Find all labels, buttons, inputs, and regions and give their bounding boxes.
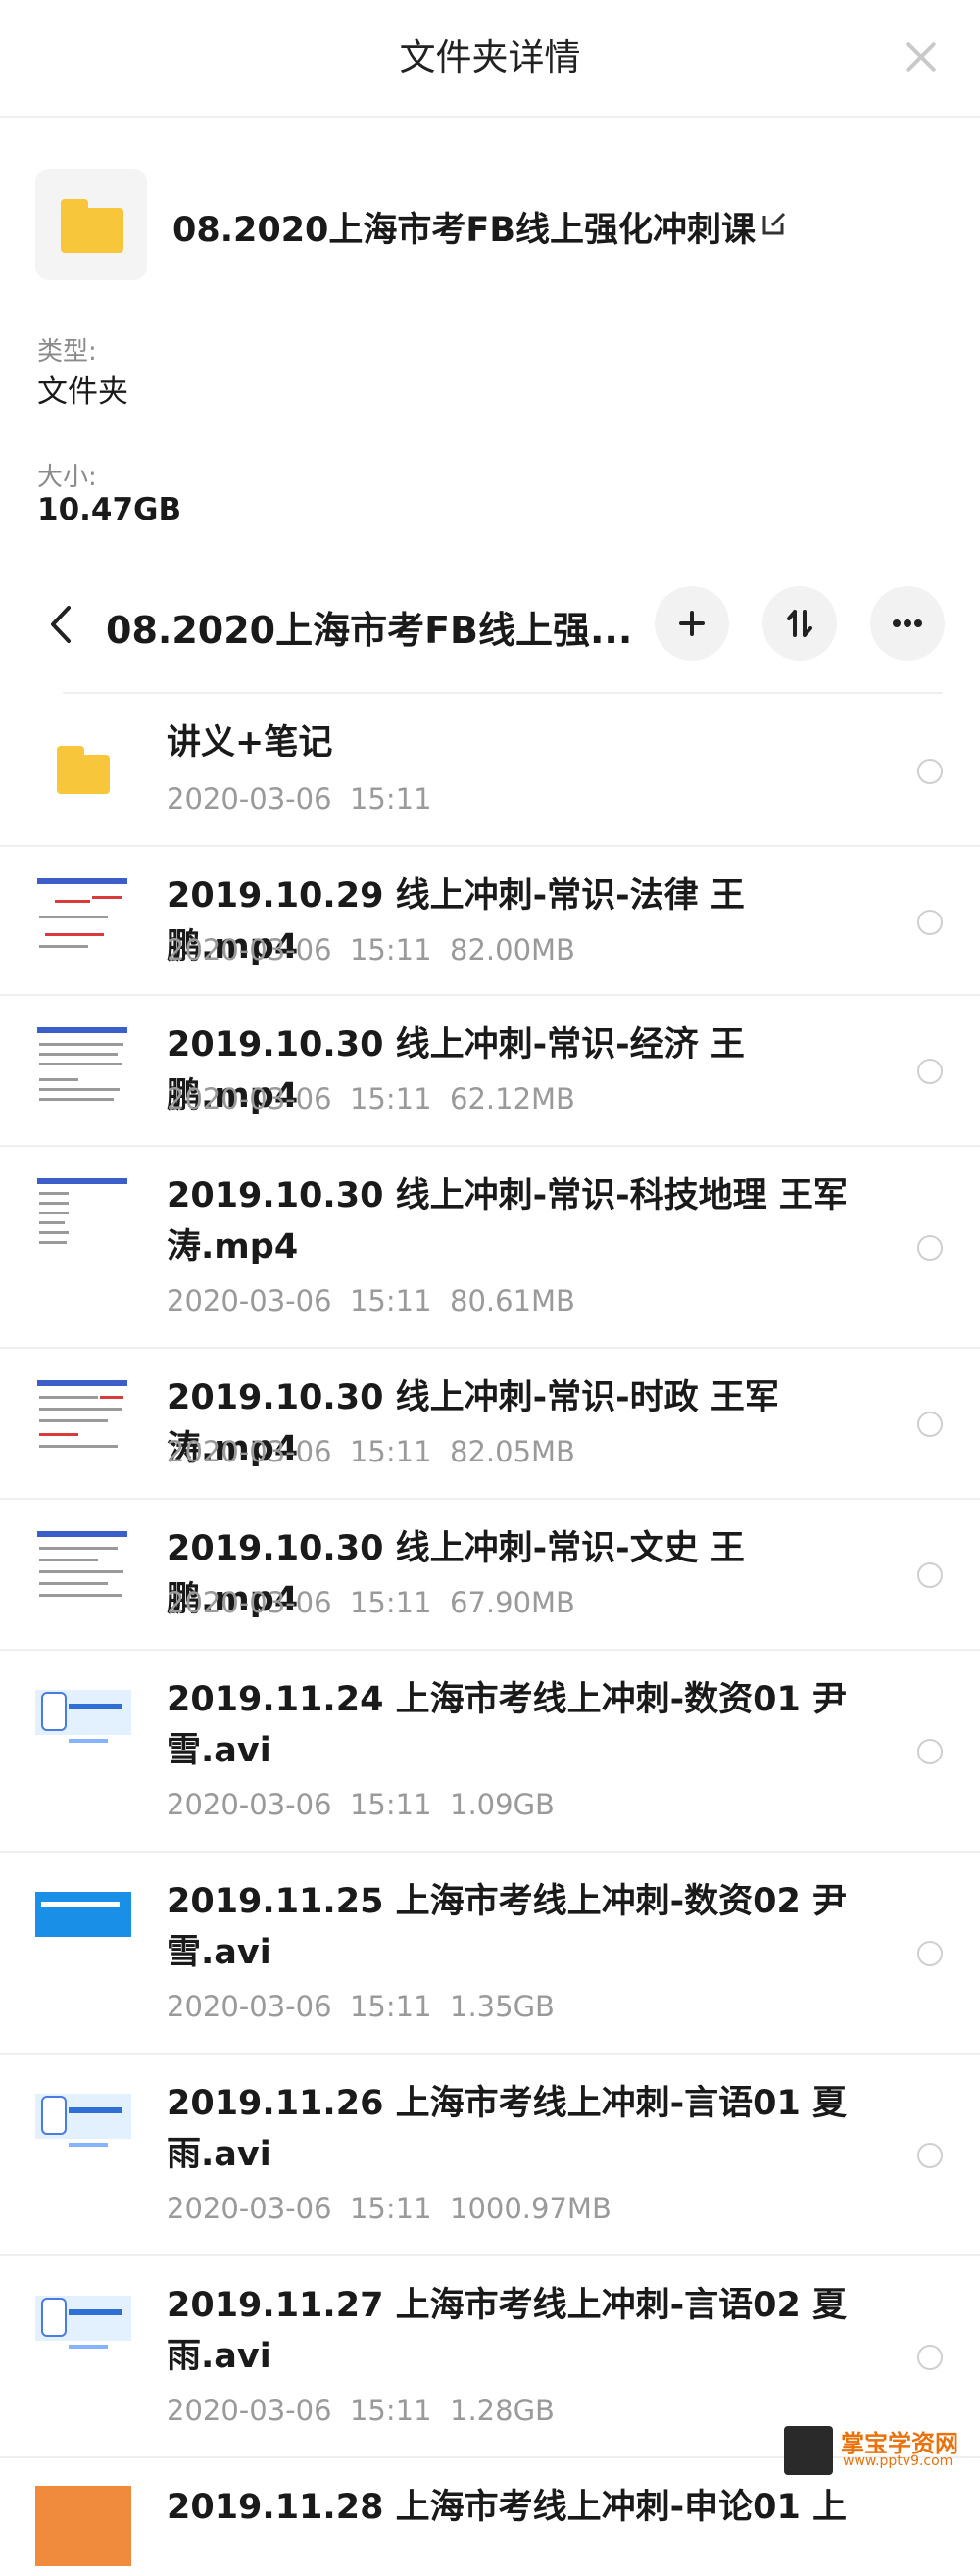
item-name: 2019.11.28 上海市考线上冲刺-申论01 上: [167, 2488, 848, 2527]
item-meta: 2020-03-06 15:11 1.09GB: [167, 1788, 555, 1821]
item-meta: 2020-03-06 15:11 1000.97MB: [167, 2192, 612, 2225]
select-radio[interactable]: [917, 1941, 943, 1966]
item-meta: 2020-03-06 15:11 80.61MB: [167, 1284, 575, 1317]
type-label: 类型:: [37, 337, 97, 367]
select-radio[interactable]: [917, 2143, 943, 2168]
list-item[interactable]: 讲义+笔记 2020-03-06 15:11: [0, 696, 980, 847]
item-meta: 2020-03-06 15:11 82.00MB: [167, 933, 575, 966]
list-item[interactable]: 2019.10.30 线上冲刺-常识-科技地理 王军涛.mp4 2020-03-…: [0, 1147, 980, 1349]
folder-name: 08.2020上海市考FB线上强化冲刺课: [172, 211, 757, 250]
video-thumbnail: [35, 1680, 131, 1760]
video-thumbnail: [35, 2286, 131, 2366]
list-item[interactable]: 2019.11.26 上海市考线上冲刺-言语01 夏雨.avi 2020-03-…: [0, 2055, 980, 2256]
item-meta: 2020-03-06 15:11 1.28GB: [167, 2394, 555, 2427]
dialog-header: 文件夹详情: [0, 0, 980, 118]
more-button[interactable]: [870, 586, 945, 661]
video-thumbnail: [35, 1882, 131, 1962]
video-thumbnail: [35, 2084, 131, 2164]
item-name: 2019.10.30 线上冲刺-常识-科技地理 王军涛.mp4: [167, 1176, 848, 1266]
list-item[interactable]: 2019.11.25 上海市考线上冲刺-数资02 尹雪.avi 2020-03-…: [0, 1853, 980, 2055]
size-value: 10.47GB: [37, 492, 182, 527]
item-meta: 2020-03-06 15:11 82.05MB: [167, 1435, 575, 1468]
list-item[interactable]: 2019.10.29 线上冲刺-常识-法律 王鹏.mp4 2020-03-06 …: [0, 847, 980, 996]
sort-icon: [787, 610, 812, 637]
list-item[interactable]: 2019.10.30 线上冲刺-常识-文史 王鹏.mp4 2020-03-06 …: [0, 1500, 980, 1651]
item-meta: 2020-03-06 15:11 1.35GB: [167, 1990, 555, 2023]
item-name: 2019.11.26 上海市考线上冲刺-言语01 夏雨.avi: [167, 2084, 848, 2174]
video-thumbnail: [35, 1176, 131, 1257]
sort-button[interactable]: [762, 586, 837, 661]
item-meta: 2020-03-06 15:11 67.90MB: [167, 1586, 575, 1619]
type-value: 文件夹: [37, 374, 128, 410]
video-thumbnail: [35, 1378, 131, 1459]
divider: [63, 692, 943, 694]
select-radio[interactable]: [917, 1739, 943, 1764]
folder-icon: [61, 199, 123, 253]
select-radio[interactable]: [917, 910, 943, 935]
select-radio[interactable]: [917, 759, 943, 784]
plus-icon: [679, 611, 705, 636]
video-thumbnail: [35, 876, 131, 957]
edit-icon[interactable]: [760, 210, 788, 237]
item-name: 讲义+笔记: [167, 723, 333, 763]
video-thumbnail: [35, 1529, 131, 1610]
list-item[interactable]: 2019.10.30 线上冲刺-常识-经济 王鹏.mp4 2020-03-06 …: [0, 996, 980, 1147]
more-dots-icon: [893, 619, 922, 627]
current-folder-title: 08.2020上海市考FB线上强...: [106, 609, 633, 652]
file-list: 讲义+笔记 2020-03-06 15:11 2019.10.29 线上冲刺-常…: [0, 696, 980, 2576]
back-arrow-icon[interactable]: [43, 600, 78, 649]
dialog-title: 文件夹详情: [399, 36, 581, 78]
select-radio[interactable]: [917, 2345, 943, 2370]
item-name: 2019.11.24 上海市考线上冲刺-数资01 尹雪.avi: [167, 1680, 848, 1770]
item-meta: 2020-03-06 15:11 62.12MB: [167, 1082, 575, 1115]
video-thumbnail: [35, 1025, 131, 1106]
watermark-icon: [784, 2426, 833, 2475]
item-name: 2019.11.25 上海市考线上冲刺-数资02 尹雪.avi: [167, 1882, 848, 1972]
watermark-logo: 掌宝学资网 www.pptv9.com: [784, 2424, 970, 2477]
select-radio[interactable]: [917, 1412, 943, 1437]
list-item[interactable]: 2019.11.24 上海市考线上冲刺-数资01 尹雪.avi 2020-03-…: [0, 1651, 980, 1853]
select-radio[interactable]: [917, 1562, 943, 1588]
watermark-url: www.pptv9.com: [843, 2453, 954, 2469]
folder-thumbnail: [35, 169, 147, 280]
select-radio[interactable]: [917, 1235, 943, 1261]
video-thumbnail: [35, 2486, 131, 2566]
item-meta: 2020-03-06 15:11: [167, 782, 432, 816]
item-name: 2019.11.27 上海市考线上冲刺-言语02 夏雨.avi: [167, 2286, 848, 2376]
close-icon[interactable]: [900, 35, 943, 78]
select-radio[interactable]: [917, 1059, 943, 1084]
add-button[interactable]: [655, 586, 729, 661]
list-item[interactable]: 2019.10.30 线上冲刺-常识-时政 王军涛.mp4 2020-03-06…: [0, 1349, 980, 1500]
folder-icon: [57, 746, 110, 794]
size-label: 大小:: [37, 463, 97, 492]
